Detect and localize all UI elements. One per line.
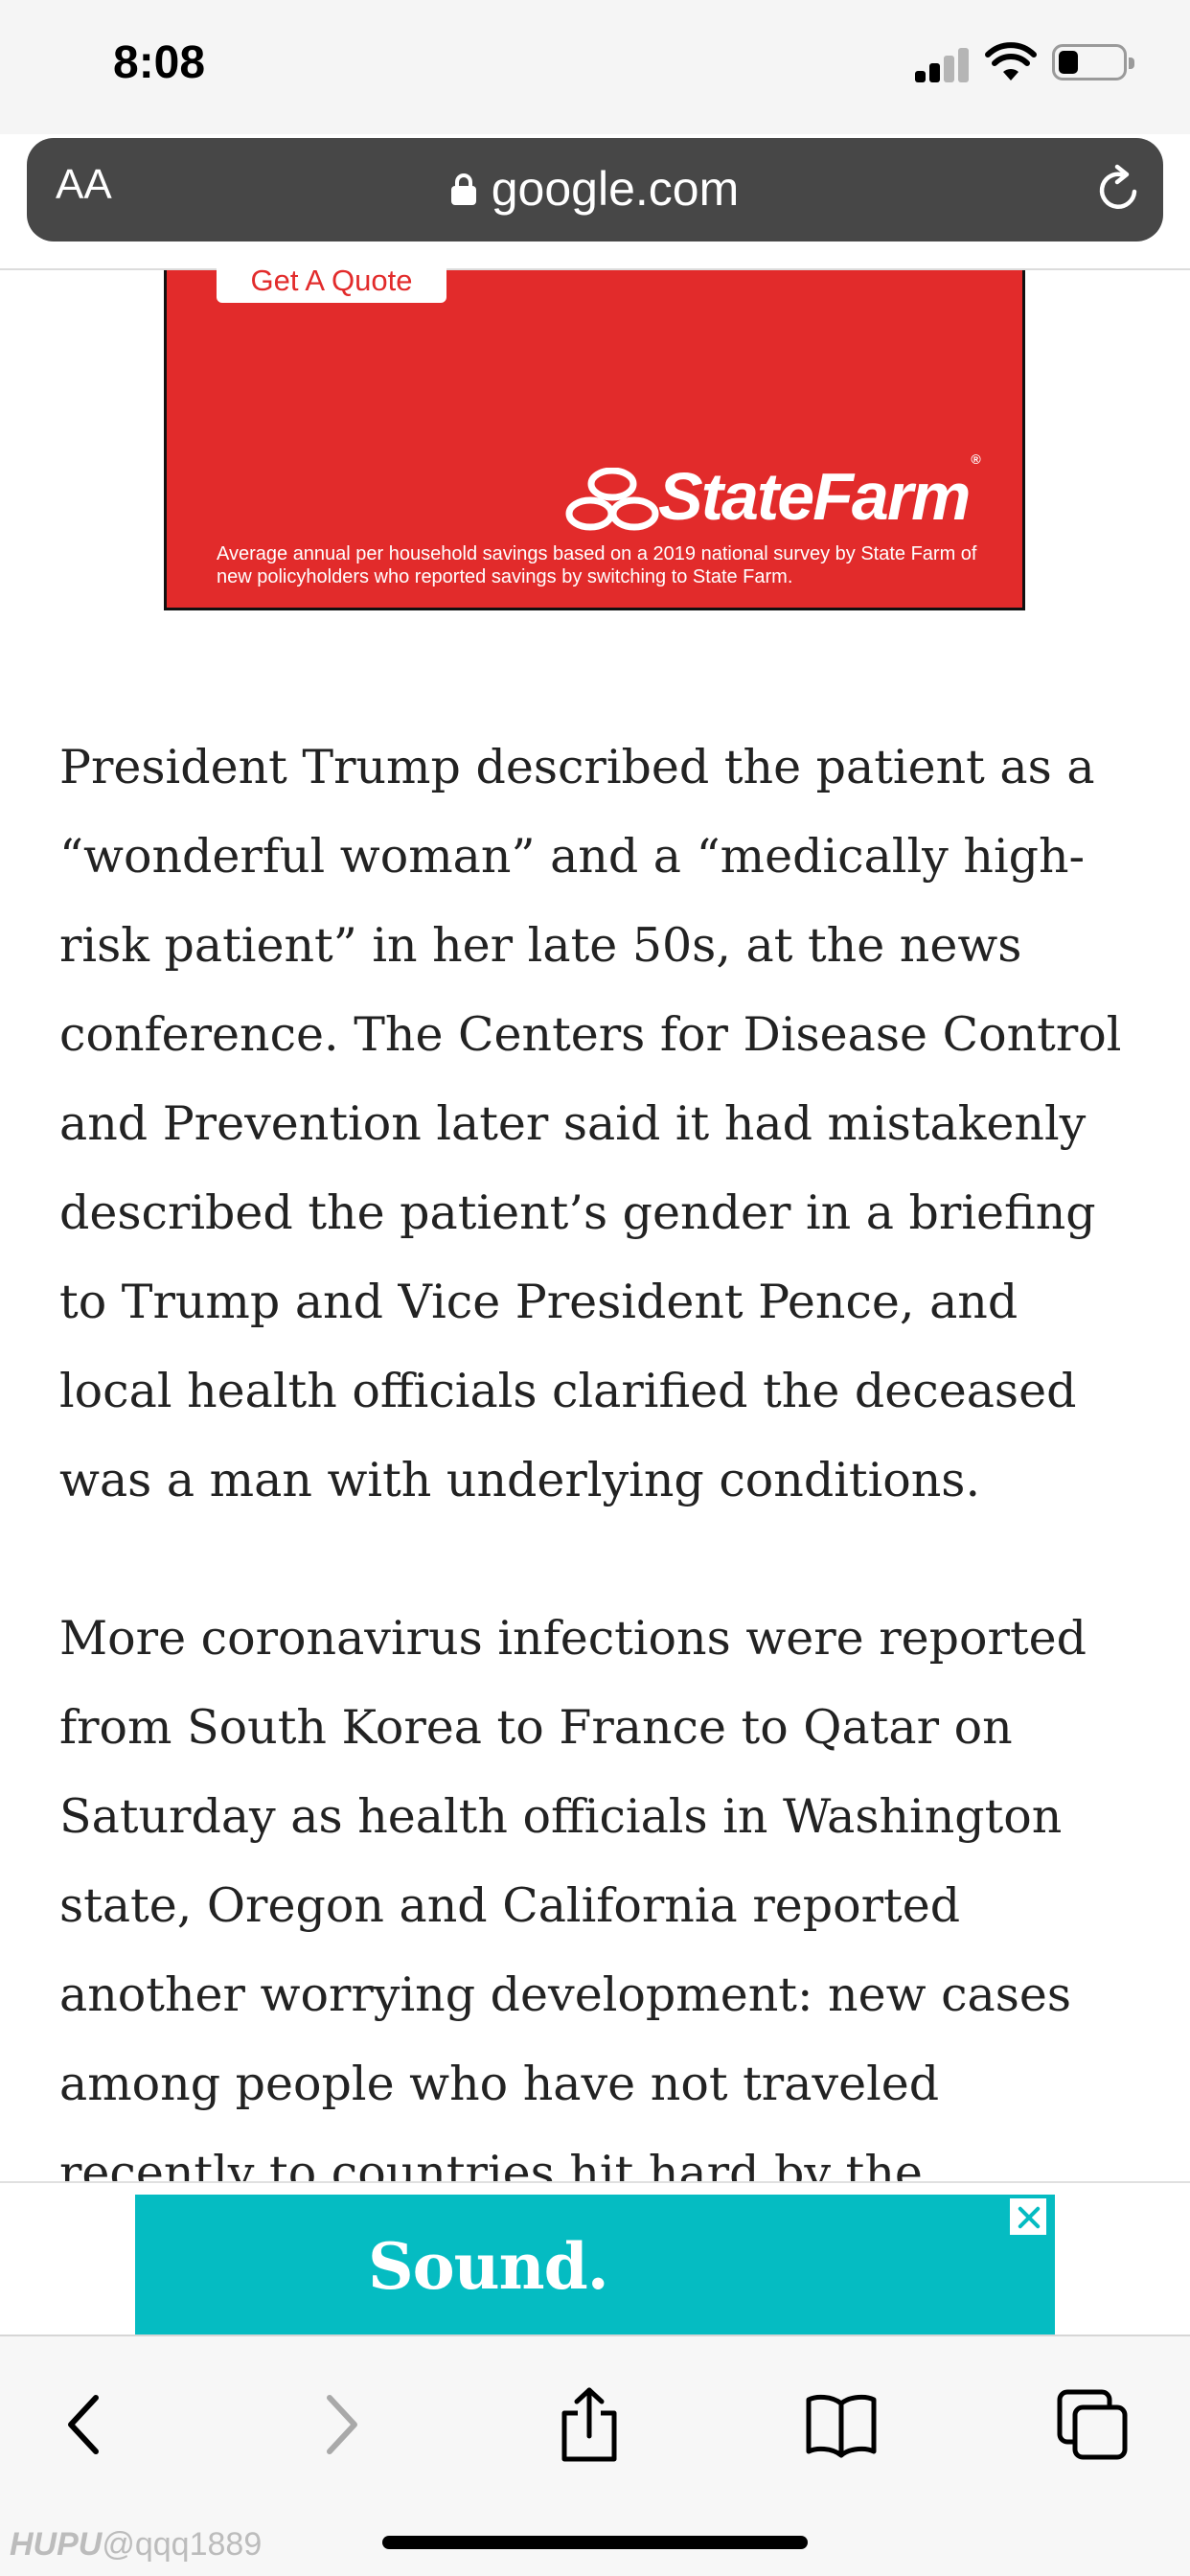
ad-disclaimer: Average annual per household savings bas…: [217, 543, 977, 587]
get-quote-button[interactable]: Get A Quote: [217, 265, 446, 303]
back-icon[interactable]: [50, 2386, 126, 2463]
state-farm-rings-icon: [565, 468, 659, 531]
watermark-brand: HUPU: [10, 2526, 103, 2563]
state-farm-logo: StateFarm®: [564, 451, 986, 534]
sound-ad[interactable]: Sound.: [135, 2195, 1055, 2336]
cellular-signal-icon: [915, 46, 973, 82]
share-icon[interactable]: [551, 2386, 628, 2463]
watermark: HUPU@qqq1889: [10, 2526, 262, 2564]
watermark-handle: @qqq1889: [102, 2526, 263, 2563]
article-paragraph: President Trump described the patient as…: [59, 740, 1122, 1507]
bookmarks-icon[interactable]: [803, 2386, 880, 2463]
forward-icon[interactable]: [299, 2386, 376, 2463]
brand-name: StateFarm: [658, 459, 971, 534]
battery-icon: [1052, 44, 1134, 80]
url-display[interactable]: google.com: [27, 161, 1163, 217]
reload-icon[interactable]: [1092, 163, 1146, 217]
article-body: President Trump described the patient as…: [59, 723, 1142, 2376]
sound-ad-text: Sound.: [368, 2229, 609, 2304]
status-time: 8:08: [113, 37, 206, 88]
url-text: google.com: [491, 162, 740, 216]
brand-mark: ®: [971, 450, 980, 467]
close-icon[interactable]: [1008, 2196, 1048, 2237]
home-indicator[interactable]: [382, 2536, 808, 2549]
address-bar[interactable]: AA google.com: [27, 138, 1163, 242]
state-farm-ad[interactable]: Get A Quote StateFarm® Average annual pe…: [164, 265, 1025, 610]
bottom-ad-banner: Sound.: [0, 2181, 1190, 2336]
wifi-icon: [985, 42, 1037, 80]
tabs-icon[interactable]: [1054, 2386, 1131, 2463]
status-bar: 8:08: [0, 0, 1190, 134]
lock-icon: [450, 172, 476, 205]
